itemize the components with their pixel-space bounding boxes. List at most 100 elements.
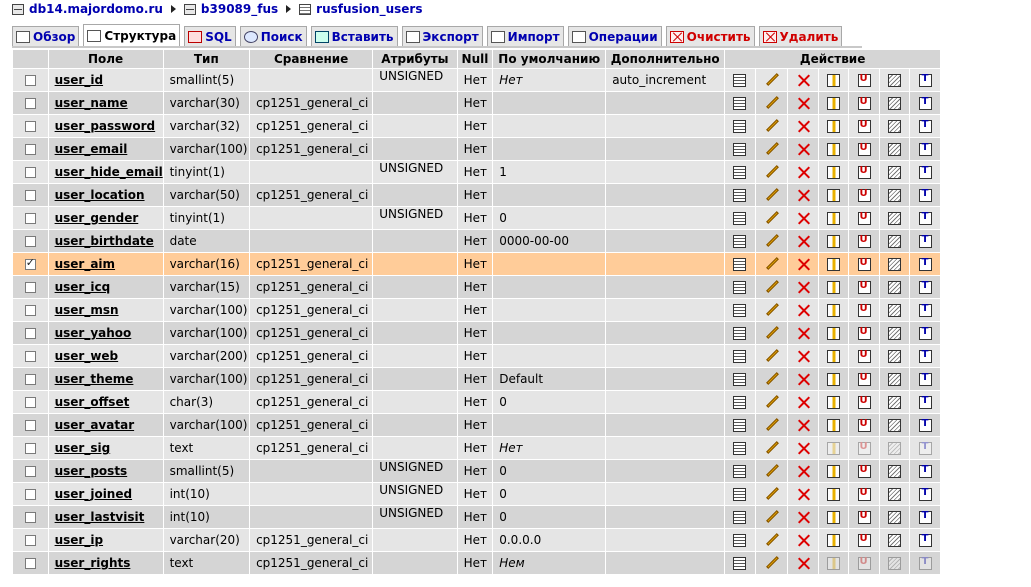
browse-icon[interactable]	[733, 350, 747, 363]
primary-key-icon[interactable]	[827, 212, 841, 225]
edit-icon[interactable]	[765, 556, 779, 570]
browse-icon[interactable]	[733, 419, 747, 432]
unique-icon[interactable]	[857, 418, 871, 432]
browse-icon[interactable]	[733, 442, 747, 455]
edit-icon[interactable]	[765, 464, 779, 478]
browse-icon[interactable]	[733, 120, 747, 133]
edit-icon[interactable]	[765, 234, 779, 248]
row-checkbox[interactable]	[24, 466, 36, 477]
edit-icon[interactable]	[765, 326, 779, 340]
fulltext-icon[interactable]	[918, 349, 932, 363]
table-row[interactable]: user_email varchar(100) cp1251_general_ci Н…	[13, 138, 940, 160]
unique-icon[interactable]	[857, 510, 871, 524]
primary-key-icon[interactable]	[827, 258, 841, 271]
browse-icon[interactable]	[733, 97, 747, 110]
table-row[interactable]: user_avatar varchar(100) cp1251_general_ci…	[13, 414, 940, 436]
browse-icon[interactable]	[733, 258, 747, 271]
table-row[interactable]: user_hide_email tinyint(1) UNSIGNED Нет 1	[13, 161, 940, 183]
fulltext-icon[interactable]	[918, 188, 932, 202]
fulltext-icon[interactable]	[918, 372, 932, 386]
drop-icon[interactable]	[797, 488, 810, 501]
field-name[interactable]: user_birthdate	[48, 230, 163, 252]
browse-icon[interactable]	[733, 143, 747, 156]
field-name[interactable]: user_ip	[48, 529, 163, 551]
drop-icon[interactable]	[797, 327, 810, 340]
primary-key-icon[interactable]	[827, 373, 841, 386]
row-checkbox[interactable]	[24, 144, 36, 155]
field-name[interactable]: user_avatar	[48, 414, 163, 436]
row-checkbox[interactable]	[24, 305, 36, 316]
primary-key-icon[interactable]	[827, 281, 841, 294]
index-icon[interactable]	[888, 534, 902, 547]
edit-icon[interactable]	[765, 165, 779, 179]
tab-export[interactable]: Экспорт	[401, 26, 483, 46]
primary-key-icon[interactable]	[827, 396, 841, 409]
field-name[interactable]: user_theme	[48, 368, 163, 390]
field-name[interactable]: user_msn	[48, 299, 163, 321]
drop-icon[interactable]	[797, 143, 810, 156]
breadcrumb-table[interactable]: rusfusion_users	[299, 2, 422, 16]
fulltext-icon[interactable]	[918, 73, 932, 87]
row-checkbox[interactable]	[24, 256, 36, 270]
tab-drop[interactable]: Удалить	[758, 26, 843, 46]
fulltext-icon[interactable]	[918, 211, 932, 225]
unique-icon[interactable]	[857, 234, 871, 248]
tab-sql[interactable]: SQL	[184, 26, 236, 46]
fulltext-icon[interactable]	[918, 165, 932, 179]
fulltext-icon[interactable]	[918, 533, 932, 547]
fulltext-icon[interactable]	[918, 142, 932, 156]
table-row[interactable]: user_posts smallint(5) UNSIGNED Нет 0	[13, 460, 940, 482]
drop-icon[interactable]	[797, 534, 810, 547]
row-checkbox[interactable]	[24, 420, 36, 431]
field-name[interactable]: user_icq	[48, 276, 163, 298]
edit-icon[interactable]	[765, 533, 779, 547]
unique-icon[interactable]	[857, 96, 871, 110]
field-name[interactable]: user_aim	[48, 253, 163, 275]
unique-icon[interactable]	[857, 165, 871, 179]
browse-icon[interactable]	[733, 189, 747, 202]
field-name[interactable]: user_hide_email	[48, 161, 163, 183]
edit-icon[interactable]	[765, 257, 779, 271]
edit-icon[interactable]	[765, 188, 779, 202]
unique-icon[interactable]	[857, 142, 871, 156]
row-checkbox[interactable]	[24, 167, 36, 178]
drop-icon[interactable]	[797, 373, 810, 386]
row-checkbox[interactable]	[24, 374, 36, 385]
index-icon[interactable]	[888, 74, 902, 87]
primary-key-icon[interactable]	[827, 166, 841, 179]
unique-icon[interactable]	[857, 372, 871, 386]
unique-icon[interactable]	[857, 257, 871, 271]
fulltext-icon[interactable]	[918, 464, 932, 478]
unique-icon[interactable]	[857, 464, 871, 478]
index-icon[interactable]	[888, 373, 902, 386]
browse-icon[interactable]	[733, 304, 747, 317]
primary-key-icon[interactable]	[827, 120, 841, 133]
index-icon[interactable]	[888, 120, 902, 133]
index-icon[interactable]	[888, 258, 902, 271]
fulltext-icon[interactable]	[918, 326, 932, 340]
table-row[interactable]: user_gender tinyint(1) UNSIGNED Нет 0	[13, 207, 940, 229]
breadcrumb-server[interactable]: db14.majordomo.ru	[12, 2, 163, 16]
index-icon[interactable]	[888, 143, 902, 156]
primary-key-icon[interactable]	[827, 189, 841, 202]
browse-icon[interactable]	[733, 534, 747, 547]
edit-icon[interactable]	[765, 487, 779, 501]
browse-icon[interactable]	[733, 557, 747, 570]
edit-icon[interactable]	[765, 211, 779, 225]
edit-icon[interactable]	[765, 303, 779, 317]
row-checkbox[interactable]	[24, 535, 36, 546]
edit-icon[interactable]	[765, 96, 779, 110]
drop-icon[interactable]	[797, 511, 810, 524]
edit-icon[interactable]	[765, 418, 779, 432]
drop-icon[interactable]	[797, 396, 810, 409]
tab-import[interactable]: Импорт	[486, 26, 564, 46]
edit-icon[interactable]	[765, 119, 779, 133]
drop-icon[interactable]	[797, 281, 810, 294]
table-row[interactable]: user_ip varchar(20) cp1251_general_ci Нет 0.…	[13, 529, 940, 551]
index-icon[interactable]	[888, 465, 902, 478]
drop-icon[interactable]	[797, 350, 810, 363]
primary-key-icon[interactable]	[827, 97, 841, 110]
primary-key-icon[interactable]	[827, 465, 841, 478]
field-name[interactable]: user_gender	[48, 207, 163, 229]
index-icon[interactable]	[888, 97, 902, 110]
